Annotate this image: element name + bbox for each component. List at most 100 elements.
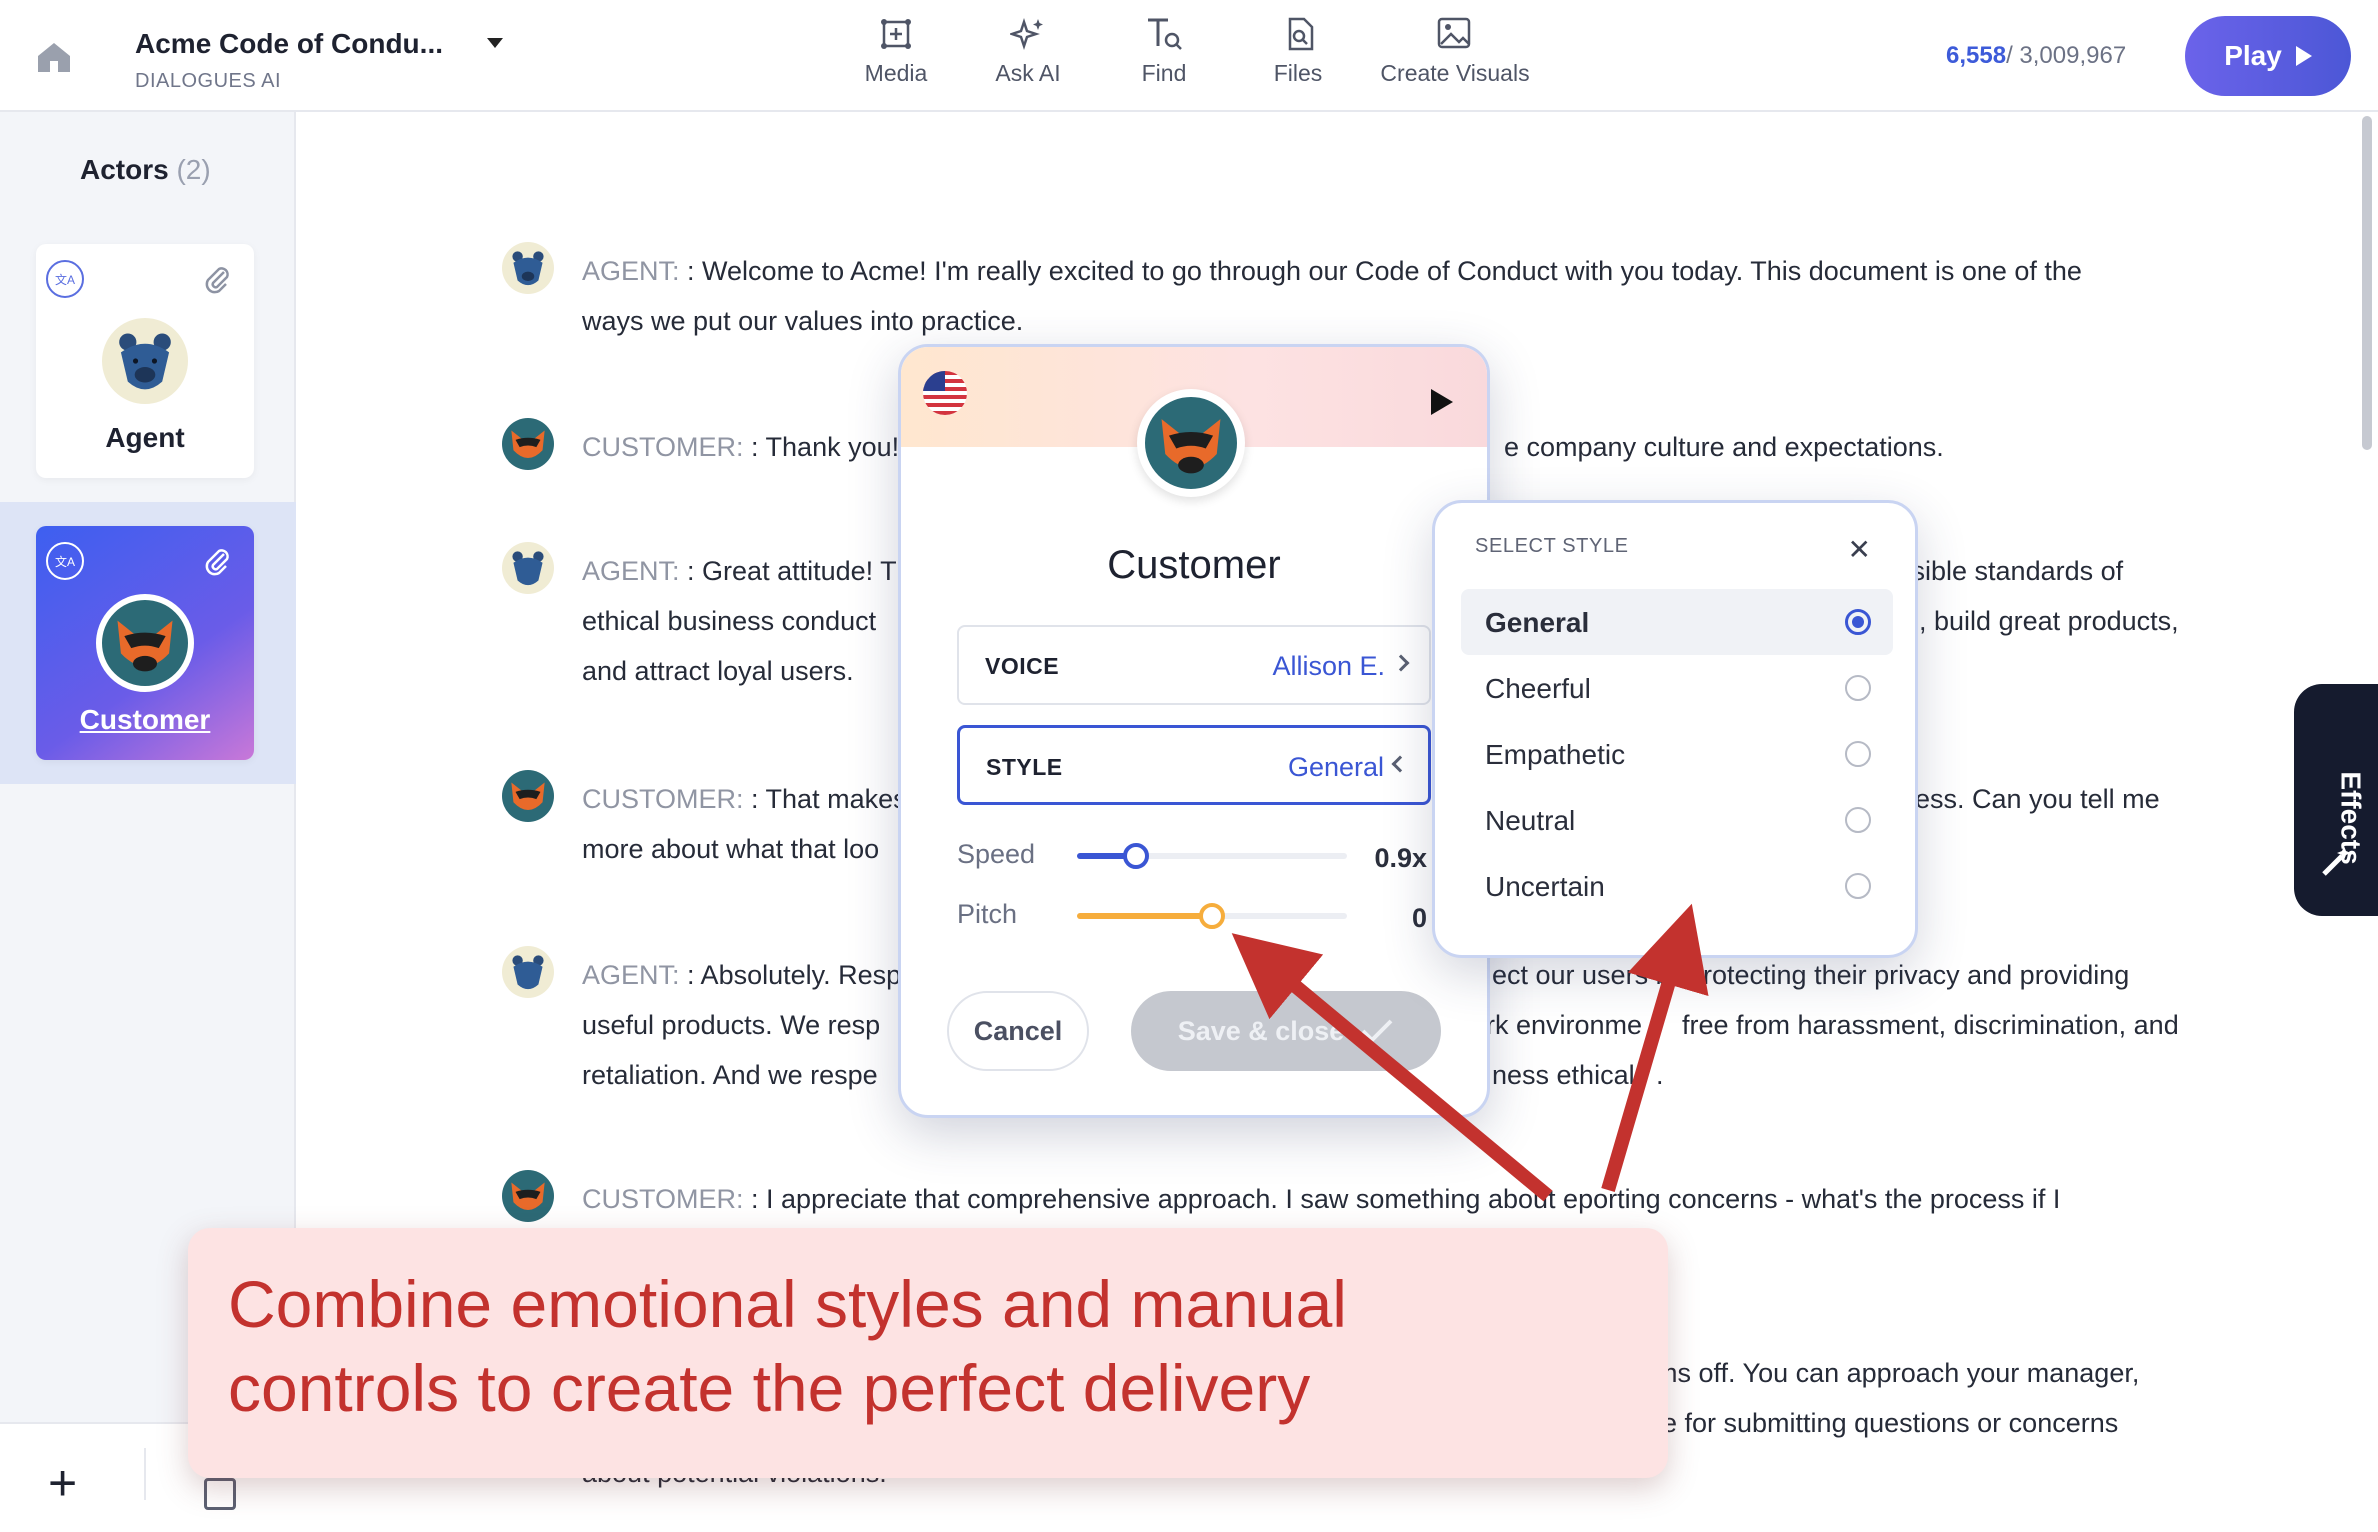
line-text: ethical business conduct <box>582 606 877 636</box>
toolbar-find[interactable]: Find <box>1126 16 1202 87</box>
script-line[interactable]: AGENT: : Welcome to Acme! I'm really exc… <box>582 246 2222 346</box>
credits-counter: 6,558/ 3,009,967 <box>1946 42 2126 70</box>
bear-avatar <box>96 312 194 410</box>
select-style-title: SELECT STYLE <box>1475 535 1629 557</box>
line-text: ems off. You can approach your manager, <box>1640 1358 2140 1388</box>
line-text: bout <box>1502 1184 1556 1214</box>
speed-slider[interactable] <box>1077 843 1347 869</box>
document-subtitle: DIALOGUES AI <box>135 70 282 92</box>
home-icon[interactable] <box>36 40 72 74</box>
style-selector[interactable]: STYLE General <box>957 725 1431 805</box>
effects-tab[interactable]: Effects <box>2294 684 2378 916</box>
style-option-neutral[interactable]: Neutral <box>1461 787 1893 853</box>
save-close-button[interactable]: Save & close <box>1131 991 1441 1071</box>
style-label: STYLE <box>986 754 1063 780</box>
toolbar-ask-ai-label: Ask AI <box>995 60 1061 86</box>
style-value: General <box>1287 752 1384 782</box>
fox-avatar <box>502 770 554 822</box>
line-text: more about what that loo <box>582 834 880 864</box>
line-text: eporting concerns - what's the process i… <box>1563 1184 2061 1214</box>
scrollbar[interactable] <box>2362 116 2372 450</box>
actor-card-customer[interactable]: 文A Customer <box>36 526 254 760</box>
fox-avatar <box>1137 389 1245 497</box>
line-text: free from harassment, discrimination, an… <box>1682 1010 2179 1040</box>
dialog-actor-name: Customer <box>1107 543 1281 587</box>
translate-icon[interactable]: 文A <box>46 260 84 298</box>
toolbar-create-visuals[interactable]: Create Visuals <box>1370 16 1540 87</box>
cancel-button[interactable]: Cancel <box>947 991 1089 1071</box>
radio-unselected[interactable] <box>1845 741 1871 767</box>
pitch-label: Pitch <box>957 899 1018 929</box>
style-option-general[interactable]: General <box>1461 589 1893 655</box>
line-text: retaliation. And we respe <box>582 1060 878 1090</box>
script-line[interactable]: CUSTOMER: : I appreciate that comprehens… <box>582 1174 2222 1224</box>
close-icon[interactable]: ✕ <box>1848 533 1871 566</box>
top-bar: Acme Code of Condu... DIALOGUES AI Media… <box>0 0 2378 112</box>
actor-name-customer[interactable]: Customer <box>36 704 254 736</box>
toolbar-files[interactable]: Files <box>1260 16 1336 87</box>
paperclip-icon[interactable] <box>202 264 232 294</box>
play-button[interactable]: Play <box>2185 16 2351 96</box>
save-close-label: Save & close <box>1177 1015 1345 1046</box>
radio-selected[interactable] <box>1845 609 1871 635</box>
line-text: ssible standards of <box>1898 556 2124 586</box>
paperclip-icon[interactable] <box>202 546 232 576</box>
speed-knob[interactable] <box>1123 843 1149 869</box>
annotation-line-2: controls to create the perfect delivery <box>228 1351 1311 1425</box>
toolbar-media[interactable]: Media <box>858 16 934 87</box>
actor-card-agent[interactable]: 文A Agent <box>36 244 254 478</box>
credits-total: / 3,009,967 <box>2006 42 2127 69</box>
chevron-down-icon[interactable] <box>487 38 503 48</box>
translate-icon[interactable]: 文A <box>46 542 84 580</box>
actors-title-label: Actors <box>80 154 169 185</box>
voice-label: VOICE <box>985 653 1060 679</box>
style-option-empathetic[interactable]: Empathetic <box>1461 721 1893 787</box>
line-text: : I appreciate that comprehensive approa… <box>751 1184 1503 1214</box>
toolbar-ask-ai[interactable]: Ask AI <box>990 16 1066 87</box>
speaker-label: CUSTOMER: <box>582 1184 744 1214</box>
line-text: : Great attitude! T <box>687 556 897 586</box>
voice-selector[interactable]: VOICE Allison E. <box>957 625 1431 705</box>
pitch-value: 0 <box>1411 903 1427 933</box>
sparkle-icon <box>1010 18 1043 50</box>
radio-unselected[interactable] <box>1845 675 1871 701</box>
line-text: e for submitting questions or concerns <box>1662 1408 2119 1438</box>
line-text: ccess. Can you tell me <box>1888 784 2160 814</box>
pitch-knob[interactable] <box>1199 903 1225 929</box>
speaker-label: AGENT: <box>582 556 680 586</box>
us-flag-icon[interactable] <box>923 371 967 415</box>
annotation-line-1: Combine emotional styles and manual <box>228 1267 1347 1341</box>
annotation-callout: Combine emotional styles and manual cont… <box>188 1228 1668 1478</box>
line-text: rk environme <box>1486 1010 1643 1040</box>
line-text: e company culture and expectations. <box>1504 432 1944 462</box>
actor-name-agent[interactable]: Agent <box>36 422 254 454</box>
divider <box>144 1448 146 1500</box>
speaker-label: AGENT: <box>582 256 680 286</box>
document-title-block[interactable]: Acme Code of Condu... DIALOGUES AI <box>135 28 443 93</box>
radio-unselected[interactable] <box>1845 873 1871 899</box>
add-actor-button[interactable]: + <box>48 1454 77 1512</box>
radio-unselected[interactable] <box>1845 807 1871 833</box>
download-icon[interactable] <box>204 1478 236 1510</box>
speaker-label: CUSTOMER: <box>582 784 744 814</box>
checkmark-icon <box>1361 1019 1393 1043</box>
style-option-uncertain[interactable]: Uncertain <box>1461 853 1893 919</box>
line-text: : That makes <box>751 784 907 814</box>
actors-title: Actors (2) <box>80 154 211 186</box>
chevron-right-icon <box>1392 654 1410 672</box>
style-option-label: Neutral <box>1485 805 1576 836</box>
document-title[interactable]: Acme Code of Condu... <box>135 28 443 60</box>
speed-value: 0.9x <box>1374 843 1427 873</box>
preview-play-icon[interactable] <box>1431 389 1453 415</box>
pitch-slider[interactable] <box>1077 903 1347 929</box>
credits-used: 6,558 <box>1946 42 2007 69</box>
fox-avatar <box>502 1170 554 1222</box>
style-option-cheerful[interactable]: Cheerful <box>1461 655 1893 721</box>
line-text: e, build great products, <box>1904 606 2179 636</box>
annotation-text: Combine emotional styles and manual cont… <box>228 1262 1628 1430</box>
voice-value: Allison E. <box>1272 651 1385 681</box>
select-style-popover: SELECT STYLE ✕ General Cheerful Empathet… <box>1432 500 1918 958</box>
style-option-label: Uncertain <box>1485 871 1605 902</box>
fox-avatar <box>96 594 194 692</box>
files-icon <box>1288 17 1314 51</box>
